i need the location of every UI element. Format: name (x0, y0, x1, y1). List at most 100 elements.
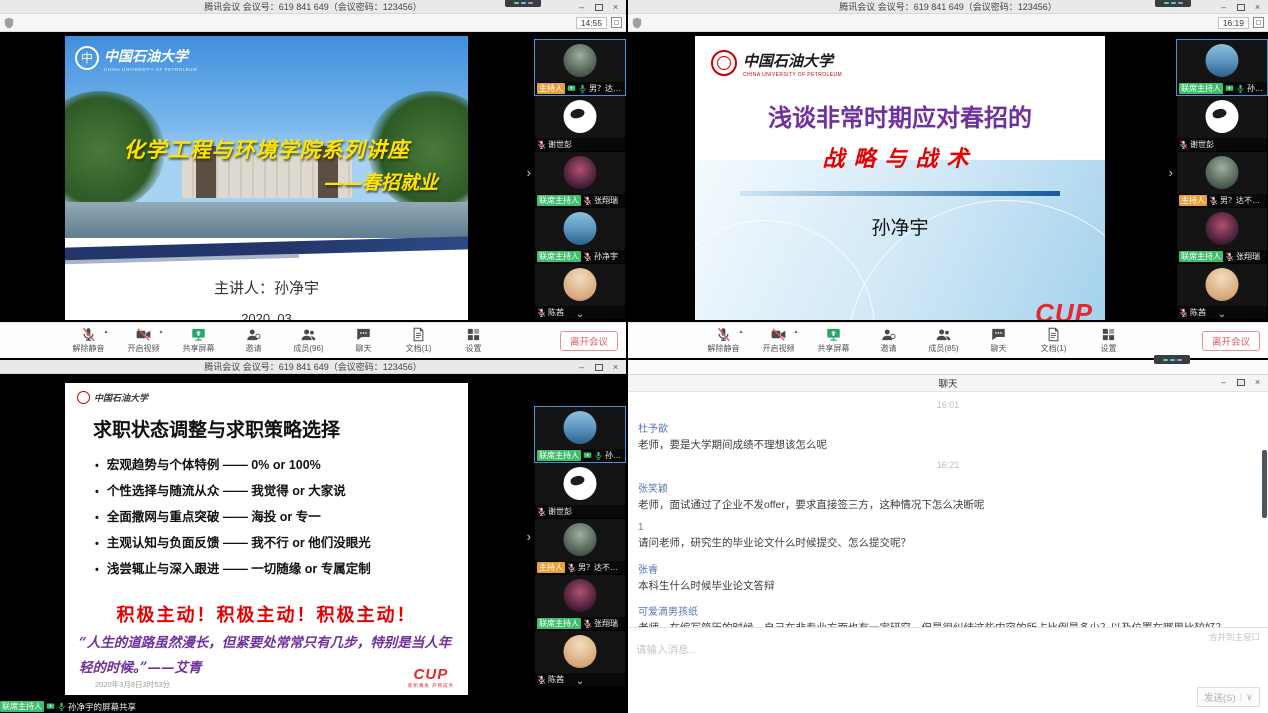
screen-share-icon (583, 451, 592, 460)
expand-roster-icon[interactable]: ⌄ (576, 310, 584, 319)
participant-tile[interactable]: 联席主持人 张翔瑞 (535, 575, 625, 630)
participant-tile[interactable]: 陈茜 ⌄ (535, 631, 625, 686)
chat-icon (356, 327, 371, 342)
minimize-icon[interactable]: – (573, 1, 590, 14)
docs-button[interactable]: 文档(1) (397, 327, 441, 354)
window-title: 腾讯会议 会议号：619 841 649（会议密码：123456） (839, 0, 1057, 13)
participant-tile[interactable]: 主持人 男？达不重_嘛.. (1177, 152, 1267, 207)
unmute-button[interactable]: 解除静音▴ (702, 327, 746, 354)
close-icon[interactable]: × (607, 1, 624, 14)
host-badge: 主持人 (1179, 195, 1207, 206)
chat-message-list[interactable]: 16:01 杜予歆 老师，要是大学期间成绩不理想该怎么呢 16:21 张笑颖 老… (628, 392, 1268, 627)
meeting-controls-pill[interactable] (505, 0, 541, 7)
titlebar[interactable]: 腾讯会议 会议号：619 841 649（会议密码：123456） – × (0, 360, 626, 374)
roster-collapse-arrow[interactable]: › (1169, 166, 1173, 179)
avatar (564, 100, 597, 133)
screen-share-icon (567, 84, 576, 93)
send-button[interactable]: 发送(S) | ∨ (1197, 687, 1260, 707)
close-icon[interactable]: × (1249, 1, 1266, 14)
restore-icon[interactable] (590, 361, 607, 374)
send-divider: | (1240, 692, 1242, 703)
participant-tile[interactable]: 联席主持人 孙净宇的屏幕共享 (535, 407, 625, 462)
roster-collapse-arrow[interactable]: › (527, 530, 531, 543)
restore-icon[interactable] (1232, 1, 1249, 14)
titlebar[interactable]: 腾讯会议 会议号：619 841 649（会议密码：123456） – × (628, 0, 1268, 14)
participant-tile[interactable]: 陈茜 ⌄ (535, 264, 625, 319)
send-options-dropdown-icon[interactable]: ∨ (1246, 692, 1253, 703)
slide-b-speaker: 孙净宇 (695, 213, 1105, 240)
close-icon[interactable]: × (607, 361, 624, 374)
members-button[interactable]: 成员(85) (922, 327, 966, 354)
avatar (564, 268, 597, 301)
security-shield-icon (632, 17, 642, 29)
expand-roster-icon[interactable]: ⌄ (1218, 310, 1226, 319)
participant-tile[interactable]: 谢世彭 (1177, 96, 1267, 151)
share-screen-button[interactable]: 共享屏幕 (812, 327, 856, 354)
participant-name: 张翔瑞 (594, 195, 618, 206)
cohost-badge: 联席主持人 (1179, 83, 1223, 94)
participant-tile[interactable]: 联席主持人 孙净宇的屏幕共享 (1177, 40, 1267, 95)
participant-tile[interactable]: 谢世彭 (535, 96, 625, 151)
chat-timestamp: 16:01 (638, 400, 1258, 410)
roster-collapse-arrow[interactable]: › (527, 166, 531, 179)
avatar (564, 212, 597, 245)
minimize-icon[interactable]: – (1215, 376, 1232, 389)
mic-on-icon (57, 702, 66, 711)
expand-roster-icon[interactable]: ⌄ (576, 677, 584, 686)
chat-scrollbar[interactable] (1262, 450, 1267, 518)
participant-tile[interactable]: 谢世彭 (535, 463, 625, 518)
participant-tile[interactable]: 联席主持人 张翔瑞 (535, 152, 625, 207)
avatar (1206, 100, 1239, 133)
mic-on-icon (594, 451, 603, 460)
members-icon (936, 327, 951, 342)
participant-tile[interactable]: 陈茜 ⌄ (1177, 264, 1267, 319)
meeting-controls-pill[interactable] (1154, 355, 1190, 364)
participant-tile[interactable]: 联席主持人 张翔瑞 (1177, 208, 1267, 263)
meeting-content: 中国石油大学 求职状态调整与求职策略选择 宏观趋势与个体特例 —— 0% or … (0, 375, 626, 713)
chat-button[interactable]: 聊天 (977, 327, 1021, 354)
mic-on-icon (578, 84, 587, 93)
start-video-button[interactable]: 开启视频▴ (122, 327, 166, 354)
minimize-icon[interactable]: – (573, 361, 590, 374)
chat-button[interactable]: 聊天 (342, 327, 386, 354)
cohost-badge: 联席主持人 (0, 701, 44, 712)
docs-button[interactable]: 文档(1) (1032, 327, 1076, 354)
participant-tile[interactable]: 主持人 男？达不重_嘛.. (535, 519, 625, 574)
security-shield-icon (4, 17, 14, 29)
invite-button[interactable]: 邀请 (867, 327, 911, 354)
screen-share-icon (1225, 84, 1234, 93)
chat-titlebar[interactable]: 聊天 – × (628, 375, 1268, 392)
unmute-button[interactable]: 解除静音▴ (67, 327, 111, 354)
bullet-item: 个性选择与随流从众 —— 我觉得 or 大家说 (95, 479, 452, 505)
mic-muted-icon (567, 563, 576, 572)
slide-b-title: 浅谈非常时期应对春招的 (695, 98, 1105, 133)
slide-c-timestamp: 2020年3月8日3时53分 (95, 679, 170, 690)
minimize-icon[interactable]: – (1215, 1, 1232, 14)
fullscreen-icon[interactable] (611, 17, 622, 28)
document-icon (1046, 327, 1061, 342)
invite-button[interactable]: 邀请 (232, 327, 276, 354)
settings-button[interactable]: 设置 (1087, 327, 1131, 354)
meeting-controls-pill[interactable] (1155, 0, 1191, 7)
cohost-badge: 联席主持人 (1179, 251, 1223, 262)
settings-button[interactable]: 设置 (452, 327, 496, 354)
desktop: 腾讯会议 会议号：619 841 649（会议密码：123456） – × 14… (0, 0, 1268, 713)
invite-icon (881, 327, 896, 342)
members-button[interactable]: 成员(96) (287, 327, 331, 354)
participant-tile[interactable]: 主持人 男？达不重_嘛.. (535, 40, 625, 95)
restore-icon[interactable] (590, 1, 607, 14)
chat-message-input[interactable] (636, 642, 1260, 684)
start-video-button[interactable]: 开启视频▴ (757, 327, 801, 354)
mic-on-icon (1236, 84, 1245, 93)
leave-meeting-button[interactable]: 离开会议 (560, 331, 618, 351)
close-icon[interactable]: × (1249, 376, 1266, 389)
share-screen-button[interactable]: 共享屏幕 (177, 327, 221, 354)
bullet-item: 全面撒网与重点突破 —— 海投 or 专一 (95, 505, 452, 531)
share-screen-icon (191, 327, 206, 342)
window-title: 腾讯会议 会议号：619 841 649（会议密码：123456） (204, 360, 422, 373)
leave-meeting-button[interactable]: 离开会议 (1202, 331, 1260, 351)
fullscreen-icon[interactable] (1253, 17, 1264, 28)
participant-tile[interactable]: 联席主持人 孙净宇 (535, 208, 625, 263)
restore-icon[interactable] (1232, 376, 1249, 389)
titlebar[interactable]: 腾讯会议 会议号：619 841 649（会议密码：123456） – × (0, 0, 626, 14)
